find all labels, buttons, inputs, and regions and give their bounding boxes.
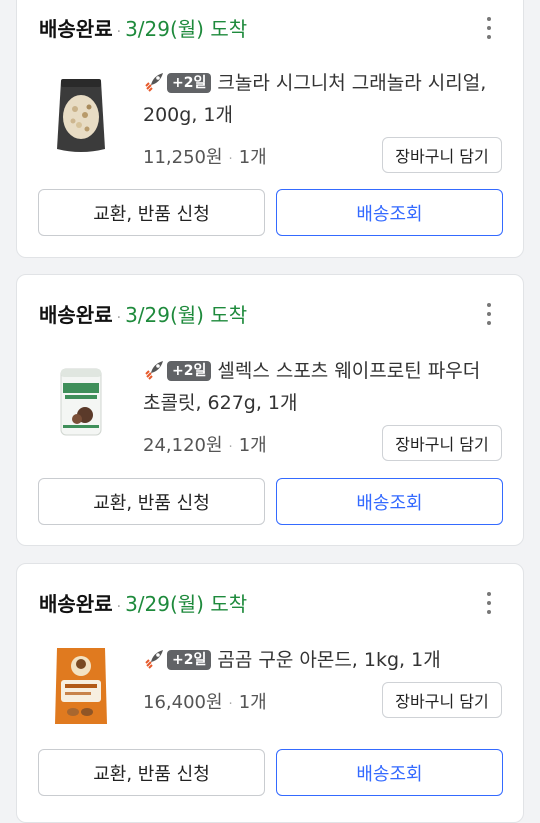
add-to-cart-button[interactable]: 장바구니 담기 xyxy=(382,137,502,173)
status-label: 배송완료 xyxy=(39,592,113,616)
order-card: 배송완료 · 3/29(월) 도착 +2일 셀렉스 스포츠 웨이프로틴 파우더 초콜릿… xyxy=(16,274,524,546)
exchange-return-button[interactable]: 교환, 반품 신청 xyxy=(38,749,265,796)
more-options-icon[interactable] xyxy=(479,590,499,616)
protein-can-image xyxy=(60,368,102,436)
status-label: 배송완료 xyxy=(39,17,113,41)
delivery-badge: +2일 xyxy=(167,361,212,381)
price-row: 16,400원 · 1개 xyxy=(143,688,267,714)
exchange-return-button[interactable]: 교환, 반품 신청 xyxy=(38,478,265,525)
product-qty: 1개 xyxy=(238,147,267,168)
product-qty: 1개 xyxy=(238,692,267,713)
track-delivery-button[interactable]: 배송조회 xyxy=(276,749,503,796)
granola-pouch-image xyxy=(57,79,105,152)
order-status: 배송완료 · 3/29(월) 도착 xyxy=(39,299,247,328)
exchange-return-button[interactable]: 교환, 반품 신청 xyxy=(38,189,265,236)
rocket-delivery-icon xyxy=(145,650,163,669)
track-delivery-button[interactable]: 배송조회 xyxy=(276,478,503,525)
order-status: 배송완료 · 3/29(월) 도착 xyxy=(39,588,247,617)
price-row: 24,120원 · 1개 xyxy=(143,431,267,457)
delivery-badge: +2일 xyxy=(167,650,212,670)
more-options-icon[interactable] xyxy=(479,15,499,41)
almond-bag-image xyxy=(55,648,107,724)
price-separator: · xyxy=(228,697,233,712)
product-name: 곰곰 구운 아몬드, 1kg, 1개 xyxy=(217,649,441,671)
product-info: +2일 셀렉스 스포츠 웨이프로틴 파우더 초콜릿, 627g, 1개 xyxy=(143,355,503,419)
rocket-delivery-icon xyxy=(145,73,163,92)
price-separator: · xyxy=(228,152,233,167)
status-label: 배송완료 xyxy=(39,303,113,327)
add-to-cart-button[interactable]: 장바구니 담기 xyxy=(382,682,502,718)
status-separator: · xyxy=(116,24,122,40)
product-title[interactable]: +2일 셀렉스 스포츠 웨이프로틴 파우더 초콜릿, 627g, 1개 xyxy=(143,355,503,419)
product-info: +2일 곰곰 구운 아몬드, 1kg, 1개 xyxy=(143,644,503,676)
product-title[interactable]: +2일 곰곰 구운 아몬드, 1kg, 1개 xyxy=(143,644,503,676)
arrival-date: 3/29(월) 도착 xyxy=(125,303,248,327)
status-separator: · xyxy=(116,310,122,326)
order-card: 배송완료 · 3/29(월) 도착 +2일 크놀라 시그니처 그래놀라 시리얼, 20… xyxy=(16,0,524,258)
arrival-date: 3/29(월) 도착 xyxy=(125,17,248,41)
delivery-badge: +2일 xyxy=(167,73,212,93)
product-price: 16,400원 xyxy=(143,692,223,713)
price-separator: · xyxy=(228,440,233,455)
more-options-icon[interactable] xyxy=(479,301,499,327)
order-card: 배송완료 · 3/29(월) 도착 +2일 곰곰 구운 아몬드, 1kg, 1개 16… xyxy=(16,563,524,823)
product-price: 24,120원 xyxy=(143,435,223,456)
product-price: 11,250원 xyxy=(143,147,223,168)
order-status: 배송완료 · 3/29(월) 도착 xyxy=(39,13,247,42)
status-separator: · xyxy=(116,599,122,615)
price-row: 11,250원 · 1개 xyxy=(143,143,267,169)
track-delivery-button[interactable]: 배송조회 xyxy=(276,189,503,236)
rocket-delivery-icon xyxy=(145,361,163,380)
product-title[interactable]: +2일 크놀라 시그니처 그래놀라 시리얼, 200g, 1개 xyxy=(143,67,503,131)
product-qty: 1개 xyxy=(238,435,267,456)
product-info: +2일 크놀라 시그니처 그래놀라 시리얼, 200g, 1개 xyxy=(143,67,503,131)
arrival-date: 3/29(월) 도착 xyxy=(125,592,248,616)
add-to-cart-button[interactable]: 장바구니 담기 xyxy=(382,425,502,461)
